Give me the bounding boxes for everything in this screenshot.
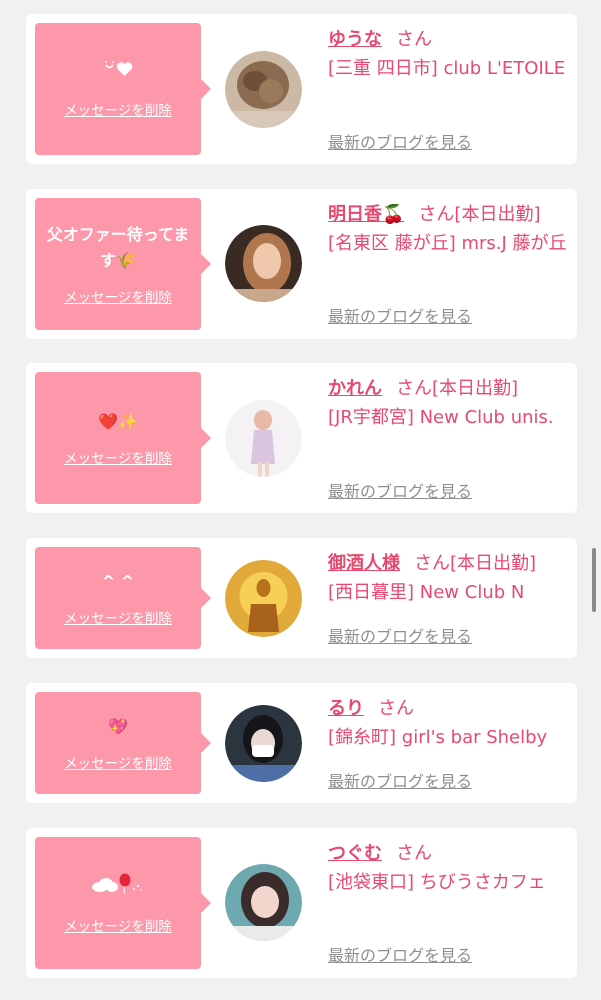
delete-message-link[interactable]: メッセージを削除	[64, 752, 172, 772]
name-suffix: さん[本日出勤]	[396, 378, 519, 399]
name-suffix: さん	[378, 698, 414, 719]
avatar[interactable]	[225, 705, 302, 782]
cast-name-link[interactable]: かれん	[328, 378, 382, 399]
shop-info: [三重 四日市] club L'ETOILE	[328, 58, 566, 79]
name-line: るり さん	[328, 695, 571, 723]
message-card: メッセージを削除 ゆうな さん [三重 四日市] club L'ETOILE 最新…	[26, 14, 577, 164]
shop-info: [池袋東口] ちびうさカフェ	[328, 872, 546, 893]
message-card: 💖 メッセージを削除 るり さん [錦糸町] girl's bar Shelby …	[26, 683, 577, 803]
name-line: 御酒人様 さん[本日出勤]	[328, 550, 571, 578]
shop-info: [錦糸町] girl's bar Shelby	[328, 727, 548, 748]
latest-blog-link[interactable]: 最新のブログを見る	[328, 129, 472, 153]
cast-name-link[interactable]: つぐむ	[328, 843, 382, 864]
profile-info: 御酒人様 さん[本日出勤] [西日暮里] New Club N	[328, 550, 571, 607]
delete-message-link[interactable]: メッセージを削除	[64, 915, 172, 935]
message-bubble: メッセージを削除	[35, 837, 211, 969]
message-bubble: ^ ^ メッセージを削除	[35, 547, 211, 649]
name-suffix: さん	[396, 29, 432, 50]
profile-info: るり さん [錦糸町] girl's bar Shelby	[328, 695, 571, 752]
message-bubble: 💖 メッセージを削除	[35, 692, 211, 794]
name-suffix: さん[本日出勤]	[414, 553, 537, 574]
shop-info: [名東区 藤が丘] mrs.J 藤が丘	[328, 233, 567, 254]
latest-blog-link[interactable]: 最新のブログを見る	[328, 768, 472, 792]
avatar[interactable]	[225, 864, 302, 941]
cast-name-link[interactable]: 御酒人様	[328, 553, 400, 574]
latest-blog-link[interactable]: 最新のブログを見る	[328, 478, 472, 502]
profile-info: ゆうな さん [三重 四日市] club L'ETOILE	[328, 26, 571, 83]
shop-info: [西日暮里] New Club N	[328, 582, 525, 603]
message-text	[37, 59, 199, 87]
message-card: ^ ^ メッセージを削除 御酒人様 さん[本日出勤] [西日暮里] New Clu…	[26, 538, 577, 658]
avatar[interactable]	[225, 560, 302, 637]
avatar[interactable]	[225, 51, 302, 128]
cast-name-link[interactable]: 明日香🍒	[328, 204, 404, 225]
name-line: かれん さん[本日出勤]	[328, 375, 571, 403]
delete-message-link[interactable]: メッセージを削除	[64, 607, 172, 627]
message-text: ❤️✨	[98, 412, 138, 431]
smile-heart-icon	[105, 61, 133, 76]
latest-blog-link[interactable]: 最新のブログを見る	[328, 942, 472, 966]
shop-info: [JR宇都宮] New Club unis.	[328, 407, 554, 428]
delete-message-link[interactable]: メッセージを削除	[64, 286, 172, 306]
message-bubble: メッセージを削除	[35, 23, 211, 155]
message-card: 父オファー待ってます🌾 メッセージを削除 明日香🍒 さん[本日出勤] [名東区 藤…	[26, 189, 577, 339]
name-suffix: さん[本日出勤]	[418, 204, 541, 225]
scrollbar[interactable]	[592, 548, 596, 612]
avatar[interactable]	[225, 400, 302, 477]
profile-info: 明日香🍒 さん[本日出勤] [名東区 藤が丘] mrs.J 藤が丘	[328, 201, 571, 258]
delete-message-link[interactable]: メッセージを削除	[64, 99, 172, 119]
latest-blog-link[interactable]: 最新のブログを見る	[328, 303, 472, 327]
delete-message-link[interactable]: メッセージを削除	[64, 447, 172, 467]
name-suffix: さん	[396, 843, 432, 864]
latest-blog-link[interactable]: 最新のブログを見る	[328, 623, 472, 647]
profile-info: かれん さん[本日出勤] [JR宇都宮] New Club unis.	[328, 375, 571, 432]
message-bubble: 父オファー待ってます🌾 メッセージを削除	[35, 198, 211, 330]
name-line: つぐむ さん	[328, 840, 571, 868]
profile-info: つぐむ さん [池袋東口] ちびうさカフェ	[328, 840, 571, 897]
cast-name-link[interactable]: ゆうな	[328, 29, 382, 50]
message-text: ^ ^	[101, 572, 135, 591]
message-card: メッセージを削除 つぐむ さん [池袋東口] ちびうさカフェ 最新のブログを見る	[26, 828, 577, 978]
message-text	[37, 871, 199, 903]
name-line: 明日香🍒 さん[本日出勤]	[328, 201, 571, 229]
name-line: ゆうな さん	[328, 26, 571, 54]
avatar[interactable]	[225, 225, 302, 302]
message-text: 父オファー待ってます🌾	[46, 225, 190, 270]
cast-name-link[interactable]: るり	[328, 698, 364, 719]
cloud-balloon-icon	[92, 873, 142, 895]
message-text: 💖	[108, 717, 128, 736]
message-bubble: ❤️✨ メッセージを削除	[35, 372, 211, 504]
message-card: ❤️✨ メッセージを削除 かれん さん[本日出勤] [JR宇都宮] New Clu…	[26, 363, 577, 513]
